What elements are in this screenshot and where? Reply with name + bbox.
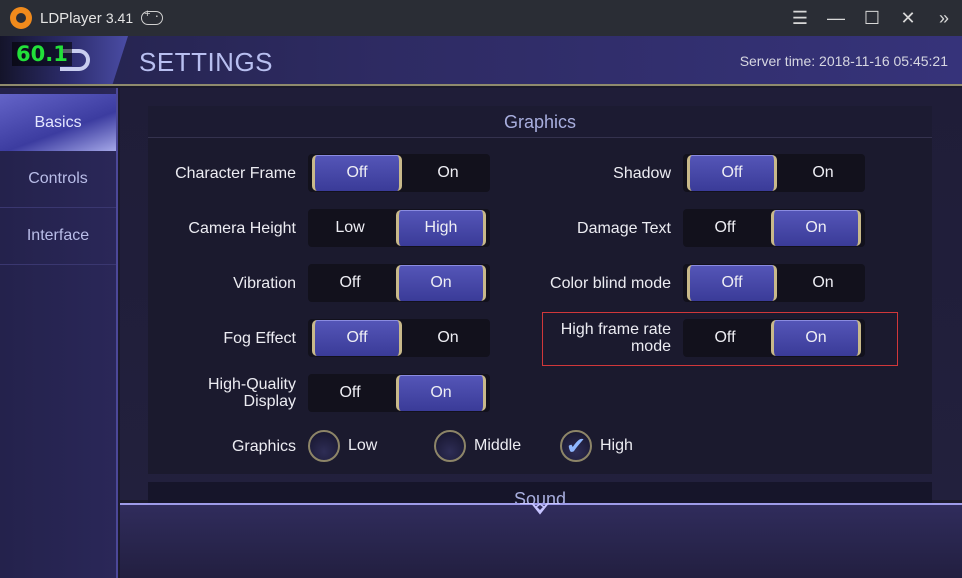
menu-icon: ☰ [791, 7, 809, 28]
minimize-icon: — [827, 7, 845, 28]
server-time: Server time: 2018-11-16 05:45:21 [739, 53, 948, 69]
toggle-color-blind-mode: Off On [683, 264, 865, 302]
toggle-shadow: Off On [683, 154, 865, 192]
option-off[interactable]: Off [687, 155, 777, 191]
setting-label: High frame rate mode [560, 321, 671, 355]
sidebar-item-interface[interactable]: Interface [0, 208, 116, 265]
setting-high-frame-rate-mode: High frame rate mode Off On [523, 319, 865, 357]
settings-header: 60.1 SETTINGS Server time: 2018-11-16 05… [0, 36, 962, 86]
maximize-button[interactable]: ☐ [854, 0, 890, 36]
ldplayer-logo-icon [10, 7, 32, 29]
option-off[interactable]: Off [687, 265, 777, 301]
option-off[interactable]: Off [308, 264, 392, 302]
title-bar: LDPlayer 3.41 ☰ — ☐ ✕ » [0, 0, 962, 36]
graphics-quality-group: Graphics Low Middle High [148, 430, 633, 462]
maximize-icon: ☐ [863, 7, 881, 28]
settings-sidebar: Basics Controls Interface [0, 88, 118, 578]
setting-label: Damage Text [577, 219, 671, 237]
option-on[interactable]: On [781, 264, 865, 302]
toggle-vibration: Off On [308, 264, 490, 302]
close-icon: ✕ [900, 7, 916, 28]
toggle-fog-effect: Off On [308, 319, 490, 357]
toggle-high-quality-display: Off On [308, 374, 490, 412]
setting-label: Character Frame [175, 164, 296, 182]
sidebar-item-basics[interactable]: Basics [0, 94, 116, 151]
menu-button[interactable]: ☰ [782, 0, 818, 36]
gamepad-icon[interactable] [141, 7, 164, 25]
radio-label-high[interactable]: High [600, 437, 633, 455]
graphics-quality-label: Graphics [231, 437, 296, 455]
setting-label: Camera Height [188, 219, 296, 237]
sidebar-item-controls[interactable]: Controls [0, 151, 116, 208]
option-low[interactable]: Low [308, 209, 392, 247]
setting-label: Fog Effect [223, 329, 296, 347]
app-name: LDPlayer [40, 9, 102, 27]
option-on[interactable]: On [396, 375, 486, 411]
page-title: SETTINGS [139, 47, 274, 77]
setting-fog-effect: Fog Effect Off On [148, 319, 490, 357]
toggle-character-frame: Off On [308, 154, 490, 192]
radio-label-low[interactable]: Low [348, 437, 434, 455]
option-on[interactable]: On [406, 154, 490, 192]
setting-label: Shadow [613, 164, 671, 182]
setting-damage-text: Damage Text Off On [523, 209, 865, 247]
settings-main: Graphics Character Frame Off On Camera H… [120, 88, 962, 500]
setting-color-blind-mode: Color blind mode Off On [523, 264, 865, 302]
option-off[interactable]: Off [308, 374, 392, 412]
radio-middle[interactable] [434, 430, 466, 462]
option-on[interactable]: On [406, 319, 490, 357]
option-on[interactable]: On [781, 154, 865, 192]
close-button[interactable]: ✕ [890, 0, 926, 36]
toggle-camera-height: Low High [308, 209, 490, 247]
setting-character-frame: Character Frame Off On [148, 154, 490, 192]
minimize-button[interactable]: — [818, 0, 854, 36]
setting-vibration: Vibration Off On [148, 264, 490, 302]
double-chevron-right-icon: » [938, 7, 949, 28]
toggle-high-frame-rate-mode: Off On [683, 319, 865, 357]
setting-camera-height: Camera Height Low High [148, 209, 490, 247]
option-on[interactable]: On [396, 265, 486, 301]
setting-shadow: Shadow Off On [523, 154, 865, 192]
option-off[interactable]: Off [683, 319, 767, 357]
setting-label: Color blind mode [550, 274, 671, 292]
radio-high[interactable] [560, 430, 592, 462]
setting-label: High-Quality Display [207, 376, 296, 410]
bottom-bar [120, 503, 962, 578]
option-off[interactable]: Off [312, 320, 402, 356]
option-on[interactable]: On [771, 320, 861, 356]
ornament-icon [520, 503, 560, 515]
setting-label: Vibration [233, 274, 296, 292]
option-off[interactable]: Off [312, 155, 402, 191]
radio-label-middle[interactable]: Middle [474, 437, 560, 455]
section-title-graphics: Graphics [148, 106, 932, 138]
app-version: 3.41 [105, 9, 134, 26]
app-title: LDPlayer 3.41 [40, 10, 133, 27]
radio-low[interactable] [308, 430, 340, 462]
option-on[interactable]: On [771, 210, 861, 246]
setting-high-quality-display: High-Quality Display Off On [148, 374, 490, 412]
expand-sidebar-button[interactable]: » [926, 0, 962, 36]
graphics-panel: Graphics Character Frame Off On Camera H… [148, 106, 932, 474]
option-high[interactable]: High [396, 210, 486, 246]
section-title-sound: Sound [148, 482, 932, 504]
toggle-damage-text: Off On [683, 209, 865, 247]
fps-counter: 60.1 [12, 42, 72, 66]
option-off[interactable]: Off [683, 209, 767, 247]
